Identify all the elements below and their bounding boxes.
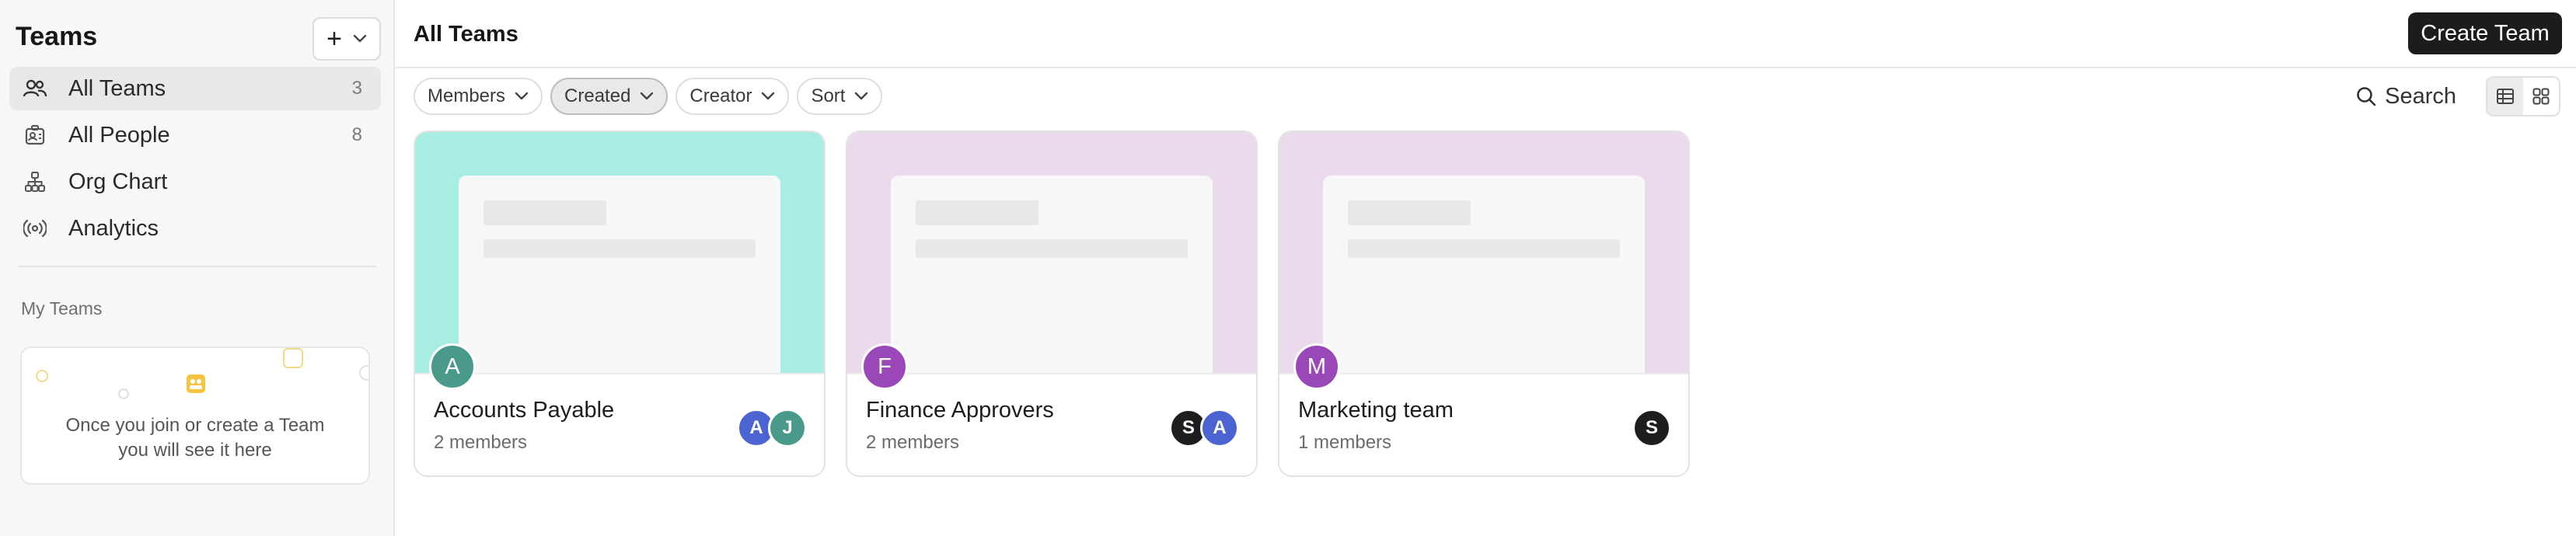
- page-title: All Teams: [414, 22, 518, 47]
- team-card-finance-approvers[interactable]: F Finance Approvers 2 members S A: [846, 131, 1258, 477]
- create-team-button[interactable]: Create Team: [2408, 12, 2562, 54]
- decoration-dot-icon: [118, 388, 129, 399]
- search-label: Search: [2385, 83, 2456, 109]
- cover-preview: [1323, 176, 1645, 373]
- sidebar-item-label: All Teams: [68, 75, 166, 101]
- grid-view-button[interactable]: [2523, 78, 2559, 115]
- decoration-square-icon: [283, 348, 303, 368]
- chevron-down-icon: [855, 92, 868, 100]
- team-member-count: 2 members: [866, 432, 960, 453]
- avatar: J: [768, 409, 807, 447]
- chevron-down-icon: [762, 92, 775, 100]
- my-teams-empty-state: Once you join or create a Team you will …: [20, 346, 370, 485]
- team-member-count: 1 members: [1298, 432, 1392, 453]
- team-card-accounts-payable[interactable]: A Accounts Payable 2 members A J: [414, 131, 826, 477]
- team-avatar: A: [429, 343, 476, 390]
- team-cover: [1279, 132, 1688, 373]
- sidebar-item-label: Org Chart: [68, 169, 168, 194]
- filter-sort[interactable]: Sort: [797, 78, 883, 115]
- member-avatars: S A: [1169, 409, 1239, 447]
- sidebar-item-count: 3: [351, 78, 362, 99]
- team-name: Accounts Payable: [434, 398, 615, 423]
- sidebar-item-all-people[interactable]: All People 8: [9, 113, 381, 157]
- member-avatars: S: [1632, 409, 1671, 447]
- sidebar-divider: [19, 266, 376, 267]
- plus-icon: +: [326, 24, 342, 54]
- sidebar-item-count: 8: [351, 124, 362, 145]
- sidebar-item-analytics[interactable]: Analytics: [9, 207, 381, 250]
- sidebar-item-label: Analytics: [68, 215, 159, 241]
- search-button[interactable]: Search: [2355, 81, 2456, 112]
- broadcast-icon: [22, 215, 48, 242]
- view-toggle: [2486, 76, 2560, 117]
- sidebar-nav: All Teams 3 All People 8 Org Chart Analy…: [9, 67, 381, 253]
- chevron-down-icon: [641, 92, 654, 100]
- top-bar: All Teams Create Team: [395, 0, 2576, 68]
- avatar: A: [1200, 409, 1239, 447]
- main-content: All Teams Create Team Members Created Cr…: [395, 0, 2576, 536]
- teams-icon: [22, 75, 48, 102]
- filter-label: Sort: [811, 85, 846, 106]
- team-card-marketing-team[interactable]: M Marketing team 1 members S: [1278, 131, 1690, 477]
- people-badge-icon: [22, 122, 48, 148]
- decoration-dot-icon: [359, 365, 368, 381]
- sidebar-header: Teams +: [16, 17, 381, 61]
- filter-created[interactable]: Created: [550, 78, 668, 115]
- filter-label: Members: [428, 85, 506, 106]
- sidebar-item-all-teams[interactable]: All Teams 3: [9, 67, 381, 110]
- team-cover: [847, 132, 1256, 373]
- sidebar-item-org-chart[interactable]: Org Chart: [9, 160, 381, 204]
- team-badge-icon: [187, 374, 205, 393]
- search-icon: [2357, 87, 2376, 106]
- empty-state-text: Once you join or create a Team you will …: [22, 413, 368, 463]
- filter-members[interactable]: Members: [414, 78, 543, 115]
- table-icon: [2497, 89, 2514, 104]
- empty-state-line-1: Once you join or create a Team: [65, 415, 325, 436]
- filter-label: Created: [564, 85, 631, 106]
- filter-creator[interactable]: Creator: [675, 78, 790, 115]
- empty-state-line-2: you will see it here: [118, 440, 272, 461]
- my-teams-heading: My Teams: [21, 298, 103, 318]
- member-avatars: A J: [737, 409, 807, 447]
- org-chart-icon: [22, 169, 48, 195]
- team-name: Finance Approvers: [866, 398, 1054, 423]
- decoration-dot-icon: [36, 370, 48, 382]
- cover-preview: [891, 176, 1213, 373]
- team-info: [1279, 373, 1688, 475]
- cover-preview: [459, 176, 780, 373]
- team-cover: [415, 132, 824, 373]
- team-avatar: M: [1293, 343, 1340, 390]
- sidebar-item-label: All People: [68, 122, 170, 148]
- avatar: S: [1632, 409, 1671, 447]
- chevron-down-icon: [515, 92, 529, 100]
- team-name: Marketing team: [1298, 398, 1454, 423]
- filter-label: Creator: [689, 85, 752, 106]
- list-view-button[interactable]: [2487, 78, 2523, 115]
- filter-bar: Members Created Creator Sort: [414, 78, 883, 115]
- add-team-dropdown-button[interactable]: +: [312, 17, 381, 61]
- chevron-down-icon: [353, 34, 367, 43]
- sidebar-title: Teams: [16, 22, 98, 51]
- grid-icon: [2532, 88, 2550, 105]
- team-avatar: F: [861, 343, 908, 390]
- team-member-count: 2 members: [434, 432, 528, 453]
- sidebar: Teams + All Teams 3 All People 8 Org Cha…: [0, 0, 395, 536]
